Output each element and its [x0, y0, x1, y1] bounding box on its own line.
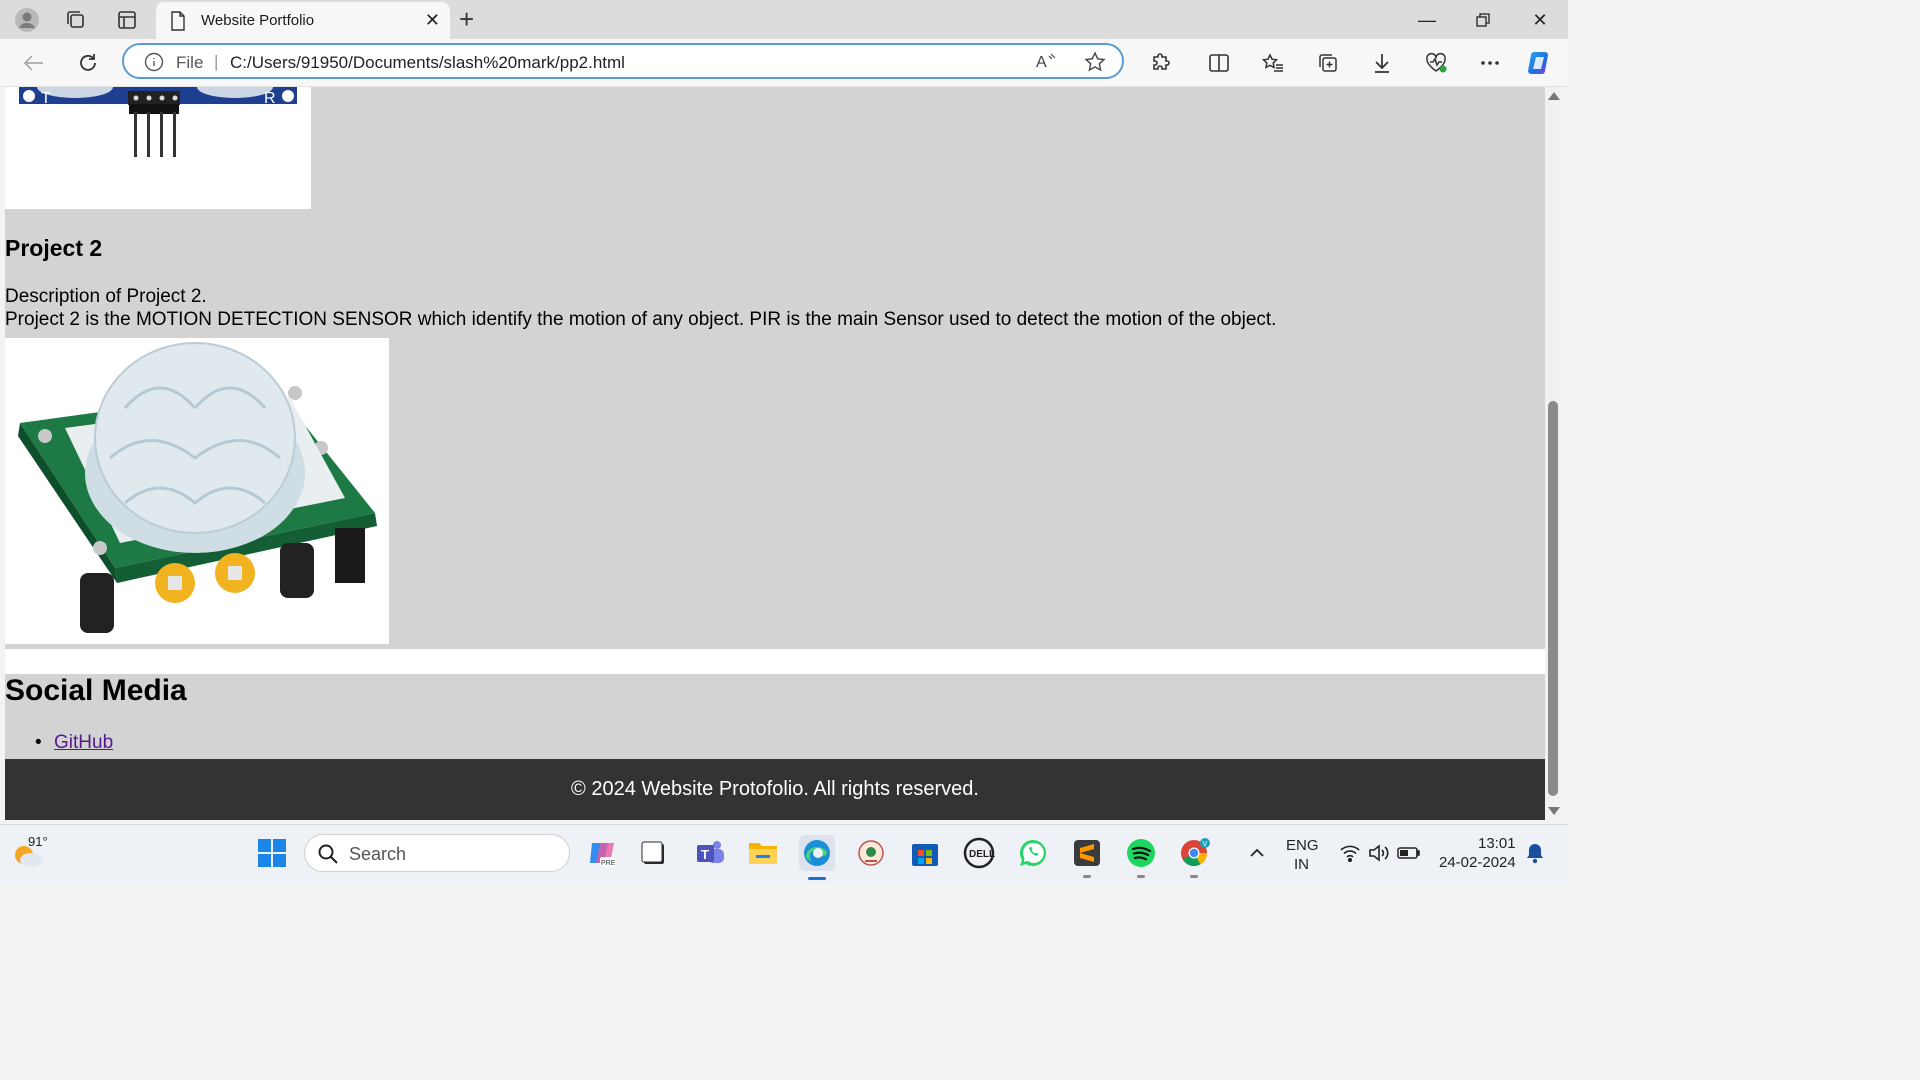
browser-essentials-icon[interactable] [1421, 48, 1451, 78]
search-placeholder: Search [349, 844, 407, 864]
favorites-icon[interactable] [1258, 48, 1288, 78]
info-icon[interactable] [144, 52, 164, 77]
task-view-icon[interactable] [635, 835, 671, 871]
project-detail: Project 2 is the MOTION DETECTION SENSOR… [5, 309, 1277, 330]
whatsapp-icon[interactable] [1015, 835, 1051, 871]
pir-sensor-image [5, 338, 389, 644]
ultrasonic-sensor-image: T R [5, 87, 311, 209]
chrome-icon[interactable]: V [1176, 835, 1212, 871]
language-region[interactable]: IN [1294, 856, 1309, 873]
minimize-icon[interactable]: — [1407, 6, 1447, 34]
svg-text:PRE: PRE [601, 860, 616, 867]
footer-text: © 2024 Website Protofolio. All rights re… [571, 778, 979, 800]
profile-icon[interactable] [13, 6, 41, 34]
active-app-indicator [808, 877, 826, 880]
restore-icon[interactable] [1463, 6, 1503, 34]
list-item: GitHub [35, 732, 113, 754]
read-aloud-icon[interactable]: A [1036, 51, 1058, 76]
address-bar[interactable]: File | C:/Users/91950/Documents/slash%20… [122, 43, 1124, 79]
projects-section: T R Project 2 Description of Project 2. … [5, 87, 1545, 649]
workspaces-icon[interactable] [62, 6, 90, 34]
address-separator: | [214, 52, 219, 71]
github-link[interactable]: GitHub [54, 732, 113, 753]
back-icon[interactable] [19, 48, 49, 78]
spotify-icon[interactable] [1123, 835, 1159, 871]
svg-text:R: R [264, 90, 276, 107]
svg-text:T: T [701, 847, 709, 862]
social-media-section: Social Media GitHub [5, 674, 1545, 759]
social-links-list: GitHub [35, 732, 113, 754]
new-tab-icon[interactable]: + [459, 4, 474, 35]
battery-icon[interactable] [1391, 835, 1427, 871]
app-emblem-icon[interactable] [853, 835, 889, 871]
dell-icon[interactable]: DELL [961, 835, 997, 871]
tab-website-portfolio[interactable]: Website Portfolio ✕ [156, 2, 450, 39]
favorite-star-icon[interactable] [1084, 51, 1106, 78]
sublime-text-icon[interactable] [1069, 835, 1105, 871]
svg-text:A: A [1036, 54, 1047, 71]
taskbar: 91° Search PRE T DELL V ENG IN 13:01 24-… [0, 824, 1568, 883]
svg-text:T: T [41, 90, 51, 107]
start-windows-icon[interactable] [254, 835, 290, 871]
refresh-icon[interactable] [73, 48, 103, 78]
vertical-scrollbar[interactable] [1545, 87, 1562, 820]
close-window-icon[interactable]: ✕ [1520, 6, 1560, 34]
page-footer: © 2024 Website Protofolio. All rights re… [5, 759, 1545, 820]
page-icon [170, 11, 186, 36]
running-indicator [1137, 875, 1145, 878]
svg-text:V: V [1203, 841, 1208, 848]
language-indicator[interactable]: ENG [1286, 837, 1319, 854]
svg-text:DELL: DELL [969, 849, 995, 860]
collections-icon[interactable] [1313, 48, 1343, 78]
split-screen-icon[interactable] [1204, 48, 1234, 78]
running-indicator [1190, 875, 1198, 878]
tab-title: Website Portfolio [201, 12, 315, 29]
microsoft-store-icon[interactable] [907, 835, 943, 871]
file-explorer-icon[interactable] [745, 835, 781, 871]
section-divider [5, 649, 1545, 674]
close-tab-icon[interactable]: ✕ [425, 10, 440, 31]
scroll-up-arrow-icon[interactable] [1548, 92, 1560, 100]
running-indicator [1083, 875, 1091, 878]
downloads-icon[interactable] [1367, 48, 1397, 78]
navigation-bar: File | C:/Users/91950/Documents/slash%20… [0, 39, 1568, 87]
edge-browser-icon[interactable] [799, 835, 835, 871]
notification-bell-icon[interactable] [1517, 835, 1553, 871]
scroll-down-arrow-icon[interactable] [1548, 807, 1560, 815]
teams-icon[interactable]: T [692, 835, 728, 871]
show-hidden-icons-chevron-icon[interactable] [1239, 835, 1275, 871]
page-viewport: T R Project 2 Description of Project 2. … [5, 87, 1545, 820]
search-icon [317, 843, 339, 870]
title-bar: Website Portfolio ✕ + — ✕ [0, 0, 1568, 39]
taskbar-search[interactable]: Search [304, 834, 570, 872]
address-prefix: File [176, 53, 204, 72]
clock-time[interactable]: 13:01 [1478, 835, 1516, 852]
scrollbar-thumb[interactable] [1548, 401, 1558, 796]
social-media-title: Social Media [5, 674, 187, 707]
clock-date[interactable]: 24-02-2024 [1439, 854, 1516, 871]
tab-actions-icon[interactable] [113, 6, 141, 34]
more-menu-icon[interactable] [1475, 48, 1505, 78]
project-title: Project 2 [5, 235, 103, 261]
extensions-icon[interactable] [1146, 48, 1176, 78]
copilot-icon[interactable] [1525, 48, 1555, 78]
url-text[interactable]: C:/Users/91950/Documents/slash%20mark/pp… [230, 53, 625, 73]
weather-temperature: 91° [28, 834, 48, 849]
project-description: Description of Project 2. [5, 286, 207, 307]
copilot-preview-icon[interactable]: PRE [584, 835, 620, 871]
